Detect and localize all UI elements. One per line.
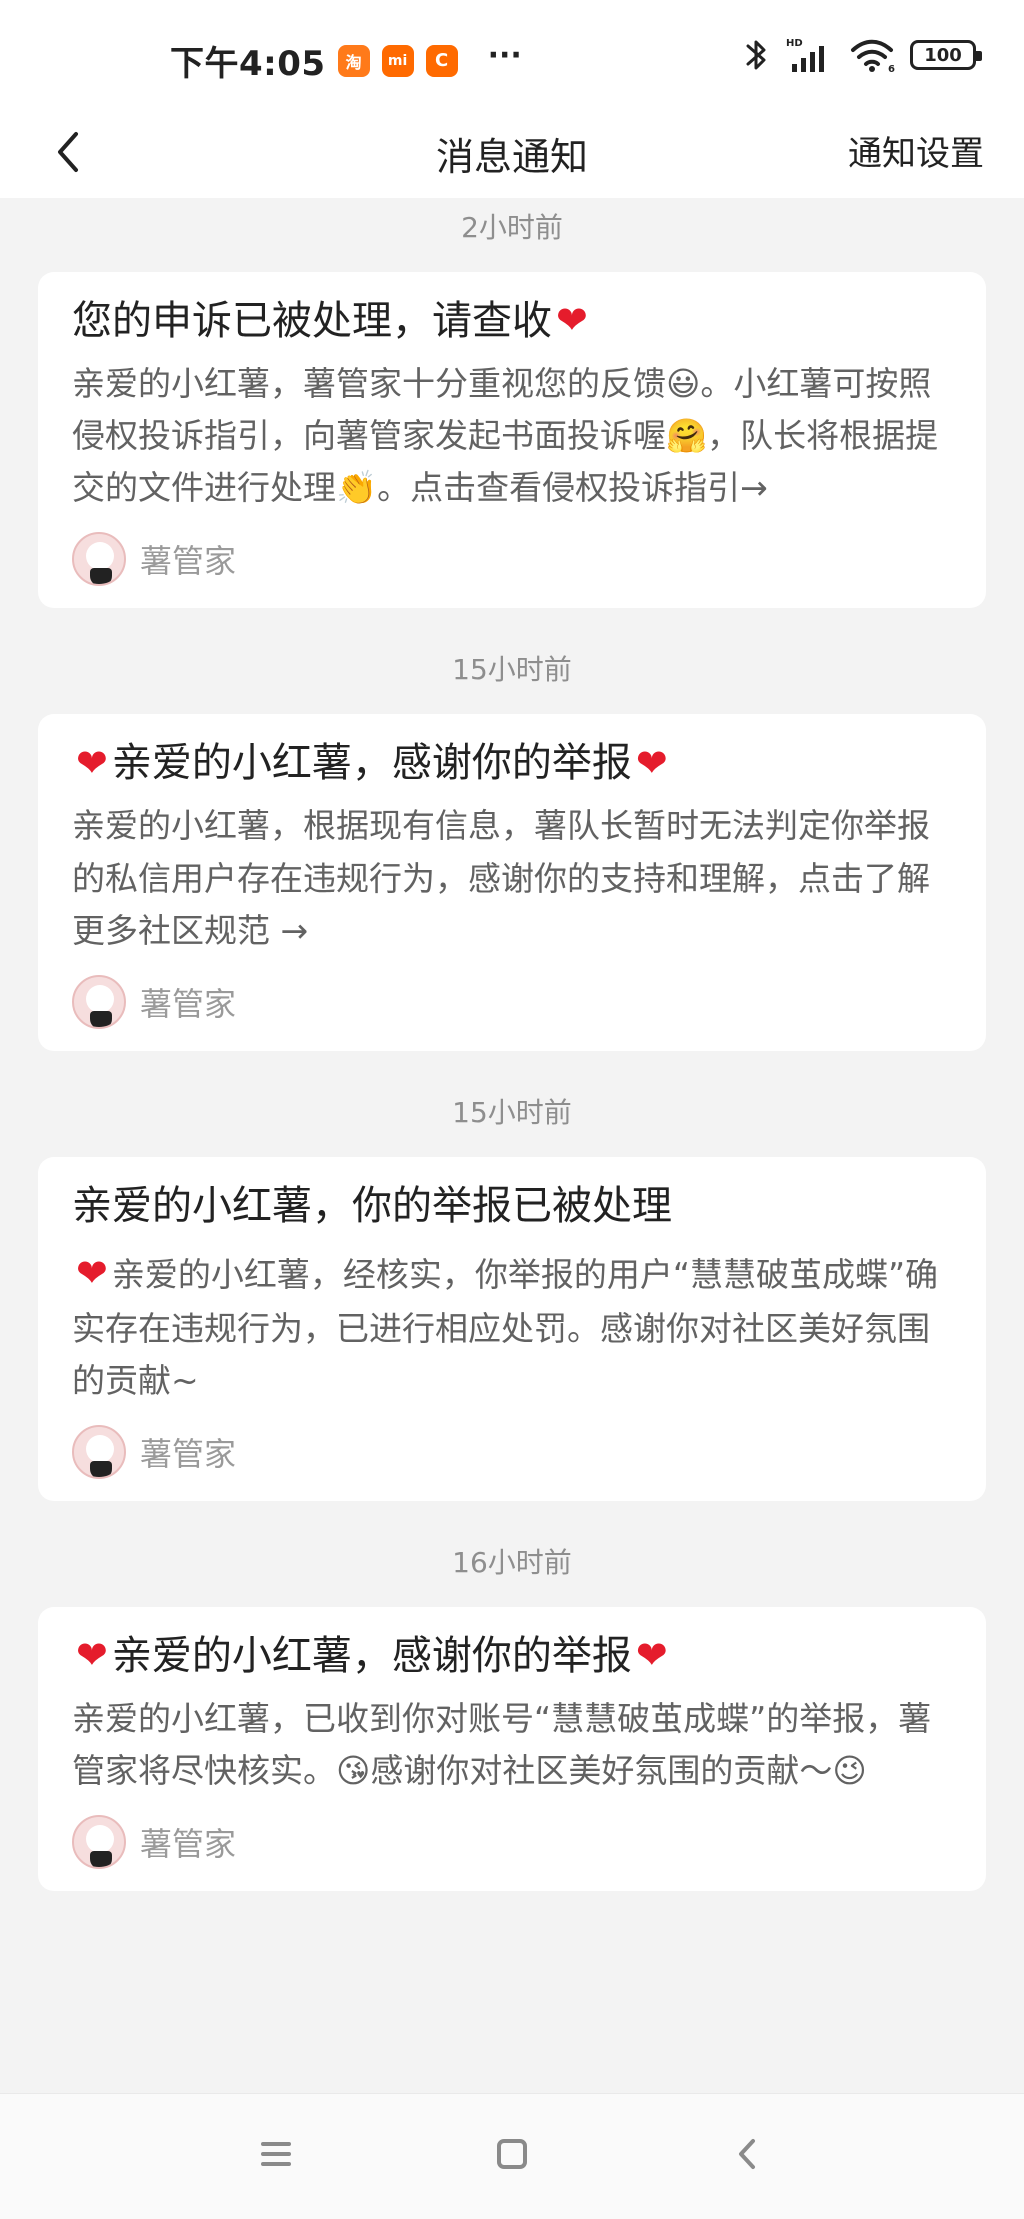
timestamp: 16小时前 [452, 1546, 572, 1580]
notification-body: 亲爱的小红薯，根据现有信息，薯队长暂时无法判定你举报的私信用户存在违规行为，感谢… [72, 806, 930, 950]
sender: 薯管家 [72, 974, 952, 1029]
sender: 薯管家 [72, 532, 952, 587]
menu-button[interactable] [236, 2124, 316, 2184]
signal-icon: HD [784, 36, 834, 74]
notification-title-text: 您的申诉已被处理，请查收 [72, 298, 552, 344]
notification-title: 您的申诉已被处理，请查收 ❤ [72, 296, 952, 346]
sender: 薯管家 [72, 1425, 952, 1480]
heart-icon: ❤ [76, 1633, 108, 1678]
notification-card[interactable]: 亲爱的小红薯，你的举报已被处理 ❤ 亲爱的小红薯，经核实，你举报的用户“慧慧破茧成… [38, 1156, 986, 1502]
avatar [72, 1425, 126, 1480]
status-left: 下午4:05 淘 mi C ··· [170, 36, 522, 85]
home-button[interactable] [472, 2124, 552, 2184]
notification-title-text: 亲爱的小红薯，感谢你的举报 [111, 1633, 632, 1680]
timestamp: 2小时前 [461, 211, 563, 244]
svg-text:6: 6 [888, 64, 895, 73]
sender-name: 薯管家 [140, 542, 237, 581]
avatar [72, 1815, 126, 1870]
menu-icon [261, 2142, 291, 2166]
app-c-icon: C [425, 44, 458, 77]
home-icon [497, 2139, 527, 2169]
taobao-icon: 淘 [337, 44, 370, 77]
system-navigation-bar [0, 2093, 1024, 2219]
notification-body: 亲爱的小红薯，已收到你对账号“慧慧破茧成蝶”的举报，薯管家将尽快核实。😘感谢你对… [72, 1699, 932, 1791]
status-bar: 下午4:05 淘 mi C ··· HD 6 100 [0, 0, 1024, 118]
notification-card[interactable]: ❤ 亲爱的小红薯，感谢你的举报 ❤ 亲爱的小红薯，根据现有信息，薯队长暂时无法判… [38, 714, 986, 1051]
notification-body: ❤ 亲爱的小红薯，经核实，你举报的用户“慧慧破茧成蝶”确实存在违规行为，已进行相应… [72, 1243, 952, 1407]
notification-card[interactable]: 您的申诉已被处理，请查收 ❤ 亲爱的小红薯，薯管家十分重视您的反馈😃。小红薯可按… [38, 272, 986, 609]
notification-body-text: 亲爱的小红薯，经核实，你举报的用户“慧慧破茧成蝶”确实存在违规行为，已进行相应处… [72, 1254, 939, 1400]
notification-title-text: 亲爱的小红薯，你的举报已被处理 [72, 1182, 672, 1229]
timestamp: 15小时前 [452, 1095, 572, 1129]
heart-icon: ❤ [556, 298, 588, 343]
heart-icon: ❤ [635, 1633, 668, 1678]
heart-icon: ❤ [76, 1250, 108, 1295]
sender: 薯管家 [72, 1815, 952, 1870]
avatar [72, 974, 126, 1029]
heart-icon: ❤ [76, 740, 108, 785]
header: 消息通知 通知设置 [0, 108, 1024, 198]
notification-settings-link[interactable]: 通知设置 [848, 126, 984, 175]
navigation-back-button[interactable] [708, 2124, 788, 2184]
notification-list[interactable]: 2小时前 您的申诉已被处理，请查收 ❤ 亲爱的小红薯，薯管家十分重视您的反馈😃。… [0, 198, 1024, 2093]
wifi-icon: 6 [848, 37, 896, 73]
svg-text:HD: HD [786, 38, 803, 49]
notification-title: ❤ 亲爱的小红薯，感谢你的举报 ❤ [72, 1631, 952, 1681]
notification-card[interactable]: ❤ 亲爱的小红薯，感谢你的举报 ❤ 亲爱的小红薯，已收到你对账号“慧慧破茧成蝶”… [38, 1607, 986, 1892]
status-right: HD 6 100 [742, 36, 982, 74]
navigation-back-icon [739, 2139, 755, 2169]
sender-name: 薯管家 [140, 984, 237, 1023]
notification-title: 亲爱的小红薯，你的举报已被处理 [72, 1181, 952, 1231]
notification-title-text: 亲爱的小红薯，感谢你的举报 [111, 740, 632, 787]
battery-icon: 100 [910, 40, 982, 70]
sender-name: 薯管家 [140, 1825, 237, 1864]
mi-icon: mi [381, 44, 414, 77]
bluetooth-icon [742, 36, 770, 74]
avatar [72, 532, 126, 587]
timestamp: 15小时前 [452, 653, 572, 687]
more-status-icon: ··· [487, 38, 522, 73]
heart-icon: ❤ [635, 740, 668, 785]
status-time: 下午4:05 [170, 44, 326, 84]
sender-name: 薯管家 [140, 1435, 237, 1474]
notification-body: 亲爱的小红薯，薯管家十分重视您的反馈😃。小红薯可按照侵权投诉指引，向薯管家发起书… [72, 364, 939, 508]
notification-title: ❤ 亲爱的小红薯，感谢你的举报 ❤ [72, 738, 952, 788]
